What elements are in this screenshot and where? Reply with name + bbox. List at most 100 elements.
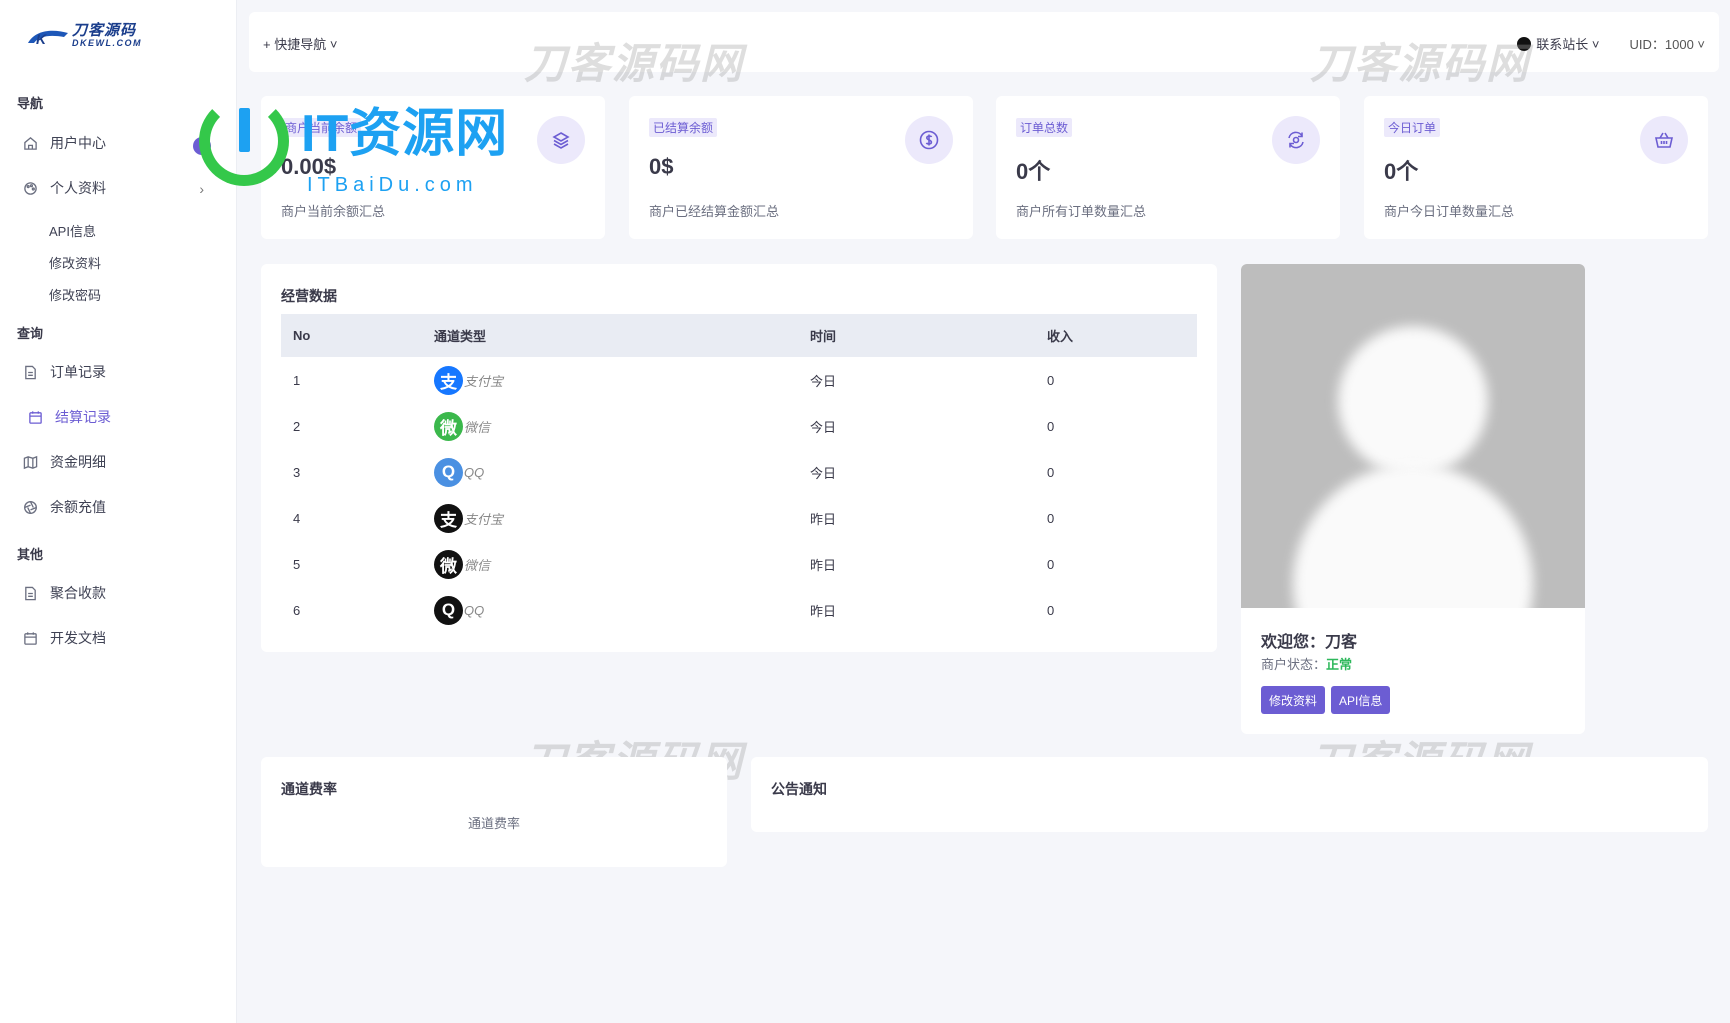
row-income: 0 <box>1047 602 1055 618</box>
logo-mark-icon: K <box>28 30 68 47</box>
document-icon <box>22 364 38 380</box>
stat-desc: 商户已经结算金额汇总 <box>649 204 780 219</box>
map-icon <box>22 454 38 470</box>
profile-card: 欢迎您：刀客 商户状态：正常 修改资料 API信息 <box>1241 264 1585 734</box>
brand-logo[interactable]: K 刀客源码 DKEWL.COM <box>26 22 142 50</box>
business-table: No 通道类型 时间 收入 1 支支付宝 今日 0 2 微微信 今日 0 3 Q QQ 今日 0 4 支支付… <box>281 314 1197 633</box>
sidebar-item-profile[interactable]: 个人资料 › <box>22 173 214 203</box>
channel-name: QQ <box>464 464 485 480</box>
table-header-row: No 通道类型 时间 收入 <box>281 314 1197 357</box>
col-channel: 通道类型 <box>434 329 487 344</box>
channel-icon: 微 <box>434 411 463 441</box>
table-row: 3 Q QQ 今日 0 <box>281 449 1197 495</box>
row-no: 1 <box>293 372 301 388</box>
home-icon <box>22 135 38 151</box>
row-no: 5 <box>293 556 301 572</box>
table-row: 4 支支付宝 昨日 0 <box>281 495 1197 541</box>
channel-name: 微信 <box>464 557 491 573</box>
row-channel: 微微信 <box>422 403 798 449</box>
table-body: 1 支支付宝 今日 0 2 微微信 今日 0 3 Q QQ 今日 0 4 支支付宝 昨日 0 5 微微信 昨日 0 6 Q Q… <box>281 357 1197 633</box>
header-right: 联系站长 ˅ UID：1000 ˅ <box>1517 34 1705 53</box>
sidebar-item-fund-details[interactable]: 资金明细 <box>22 447 214 477</box>
calendar-icon <box>22 630 38 646</box>
sidebar-item-label: 聚合收款 <box>50 585 106 601</box>
channel-rate-card: 通道费率 通道费率 <box>261 757 727 867</box>
table-row: 2 微微信 今日 0 <box>281 403 1197 449</box>
chevron-right-icon: › <box>199 181 204 197</box>
sidebar-item-label: 资金明细 <box>50 454 106 470</box>
basket-icon <box>1640 116 1688 164</box>
sidebar-subitem-edit-profile[interactable]: 修改资料 <box>49 253 101 272</box>
channel-name: 微信 <box>464 419 491 435</box>
row-income: 0 <box>1047 510 1055 526</box>
layers-icon <box>537 116 585 164</box>
sidebar-item-order-records[interactable]: 订单记录 <box>22 357 214 387</box>
business-data-title: 经营数据 <box>281 288 337 304</box>
profile-avatar-image <box>1241 264 1585 608</box>
channel-icon: 微 <box>434 549 463 579</box>
stat-card-orders: 订单总数 0个 商户所有订单数量汇总 <box>996 96 1340 239</box>
channel-icon: Q <box>434 457 463 487</box>
contact-label: 联系站长 ˅ <box>1536 37 1600 52</box>
row-time: 昨日 <box>810 603 837 619</box>
sidebar-item-settle-records[interactable]: 结算记录 <box>27 402 219 432</box>
stat-desc: 商户所有订单数量汇总 <box>1016 204 1147 219</box>
sidebar-subitem-change-password[interactable]: 修改密码 <box>49 285 101 304</box>
notice-title: 公告通知 <box>771 781 827 797</box>
sidebar-item-dev-docs[interactable]: 开发文档 <box>22 623 214 653</box>
quick-nav-dropdown[interactable]: + 快捷导航 ˅ <box>263 34 337 53</box>
row-time: 昨日 <box>810 557 837 573</box>
row-no: 4 <box>293 510 301 526</box>
api-info-button[interactable]: API信息 <box>1331 686 1391 714</box>
edit-profile-button[interactable]: 修改资料 <box>1261 686 1326 714</box>
stat-value: 0个 <box>1016 159 1051 184</box>
status-badge: 正常 <box>1326 657 1353 672</box>
row-channel: 支支付宝 <box>422 357 798 403</box>
refresh-icon <box>1272 116 1320 164</box>
channel-name: QQ <box>464 602 485 618</box>
row-no: 3 <box>293 464 301 480</box>
row-income: 0 <box>1047 556 1055 572</box>
row-income: 0 <box>1047 418 1055 434</box>
notice-card: 公告通知 <box>751 757 1708 832</box>
sidebar-item-aggregate-pay[interactable]: 聚合收款 <box>22 578 214 608</box>
notification-dot <box>193 137 211 155</box>
row-no: 2 <box>293 418 301 434</box>
table-row: 6 Q QQ 昨日 0 <box>281 587 1197 633</box>
section-nav: 导航 <box>17 96 44 111</box>
sidebar-item-user-center[interactable]: 用户中心 <box>22 128 214 158</box>
uid-dropdown[interactable]: UID：1000 ˅ <box>1629 34 1705 53</box>
sidebar: K 刀客源码 DKEWL.COM 导航 用户中心 个人资料 › API信息 修改… <box>0 0 237 1023</box>
svg-text:K: K <box>36 31 47 47</box>
stat-card-balance: 商户当前余额 0.00$ 商户当前余额汇总 <box>261 96 605 239</box>
it-logo-bar-icon <box>239 108 250 152</box>
calendar-icon <box>27 409 43 425</box>
stat-value: 0个 <box>1384 159 1419 184</box>
brand-domain: DKEWL.COM <box>72 38 142 48</box>
row-time: 昨日 <box>810 511 837 527</box>
merchant-status: 商户状态：正常 <box>1261 654 1352 673</box>
channel-name: 支付宝 <box>464 511 504 527</box>
section-query: 查询 <box>17 326 44 341</box>
row-channel: 微微信 <box>422 541 798 587</box>
sidebar-subitem-api-info[interactable]: API信息 <box>49 221 96 240</box>
stat-badge: 已结算余额 <box>649 118 718 137</box>
user-avatar-icon <box>1517 36 1532 51</box>
sidebar-item-balance-topup[interactable]: 余额充值 <box>22 492 214 522</box>
avatar-head-shape <box>1338 326 1488 476</box>
sidebar-item-label: 订单记录 <box>50 364 106 380</box>
table-row: 1 支支付宝 今日 0 <box>281 357 1197 403</box>
sidebar-item-label: 结算记录 <box>55 409 111 425</box>
contact-admin-dropdown[interactable]: 联系站长 ˅ <box>1517 34 1599 53</box>
stat-badge: 今日订单 <box>1384 118 1441 137</box>
section-other: 其他 <box>17 547 44 562</box>
sidebar-item-label: 开发文档 <box>50 630 106 646</box>
row-no: 6 <box>293 602 301 618</box>
row-channel: 支支付宝 <box>422 495 798 541</box>
stat-card-settled: 已结算余额 0$ 商户已经结算金额汇总 <box>629 96 973 239</box>
stat-desc: 商户当前余额汇总 <box>281 204 386 219</box>
brand-name: 刀客源码 DKEWL.COM <box>72 22 142 48</box>
col-no: No <box>293 328 311 343</box>
welcome-text: 欢迎您：刀客 <box>1261 634 1358 651</box>
table-row: 5 微微信 昨日 0 <box>281 541 1197 587</box>
